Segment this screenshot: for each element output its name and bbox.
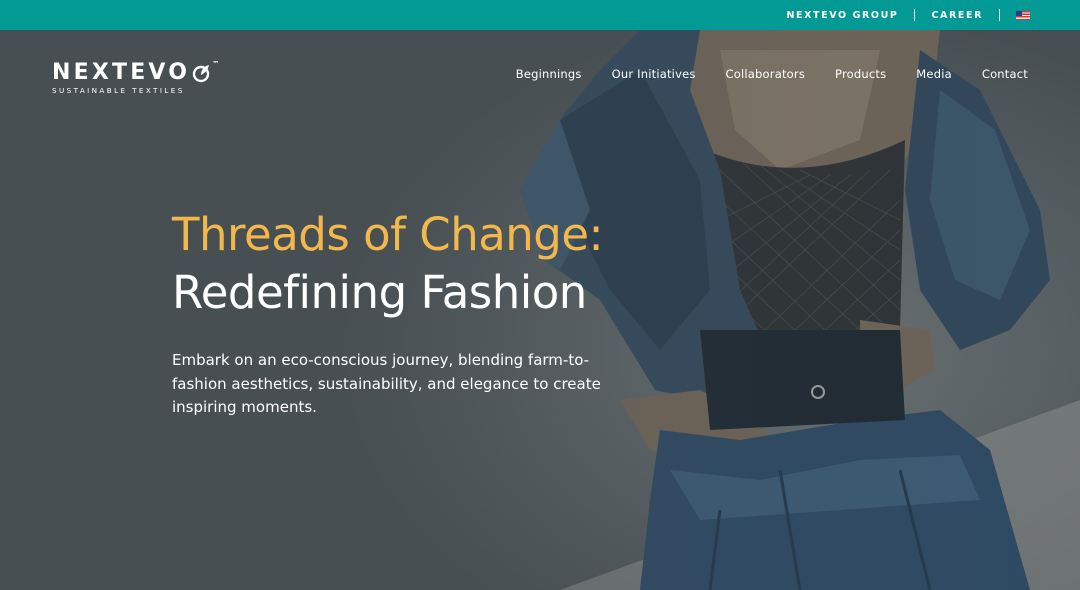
- us-flag-icon[interactable]: [1016, 10, 1030, 20]
- headline-accent: Threads of Change:: [172, 208, 604, 261]
- nav-products[interactable]: Products: [835, 67, 886, 81]
- divider: [999, 9, 1000, 21]
- leaf-icon: [192, 64, 210, 82]
- nav-beginnings[interactable]: Beginnings: [516, 67, 582, 81]
- nav-collaborators[interactable]: Collaborators: [726, 67, 805, 81]
- hero-headline: Threads of Change: Redefining Fashion: [172, 206, 604, 322]
- logo-wordmark: NEXTEVO ™: [52, 59, 220, 86]
- career-link[interactable]: CAREER: [931, 10, 983, 21]
- nav-media[interactable]: Media: [916, 67, 952, 81]
- hero-description: Embark on an eco-conscious journey, blen…: [172, 351, 601, 416]
- nav-contact[interactable]: Contact: [982, 67, 1028, 81]
- nextevo-group-link[interactable]: NEXTEVO GROUP: [786, 10, 898, 21]
- headline-main: Redefining Fashion: [172, 266, 587, 319]
- logo-tagline: SUSTAINABLE TEXTILES: [52, 86, 185, 95]
- logo[interactable]: NEXTEVO ™ SUSTAINABLE TEXTILES: [52, 59, 220, 96]
- trademark-symbol: ™: [212, 59, 220, 68]
- divider: [914, 9, 916, 21]
- main-nav: Beginnings Our Initiatives Collaborators…: [516, 67, 1028, 81]
- nav-our-initiatives[interactable]: Our Initiatives: [612, 67, 696, 81]
- top-utility-bar: NEXTEVO GROUP CAREER: [0, 0, 1080, 30]
- logo-text: NEXTEVO: [52, 60, 191, 85]
- hero-section: NEXTEVO ™ SUSTAINABLE TEXTILES Beginning…: [0, 30, 1080, 590]
